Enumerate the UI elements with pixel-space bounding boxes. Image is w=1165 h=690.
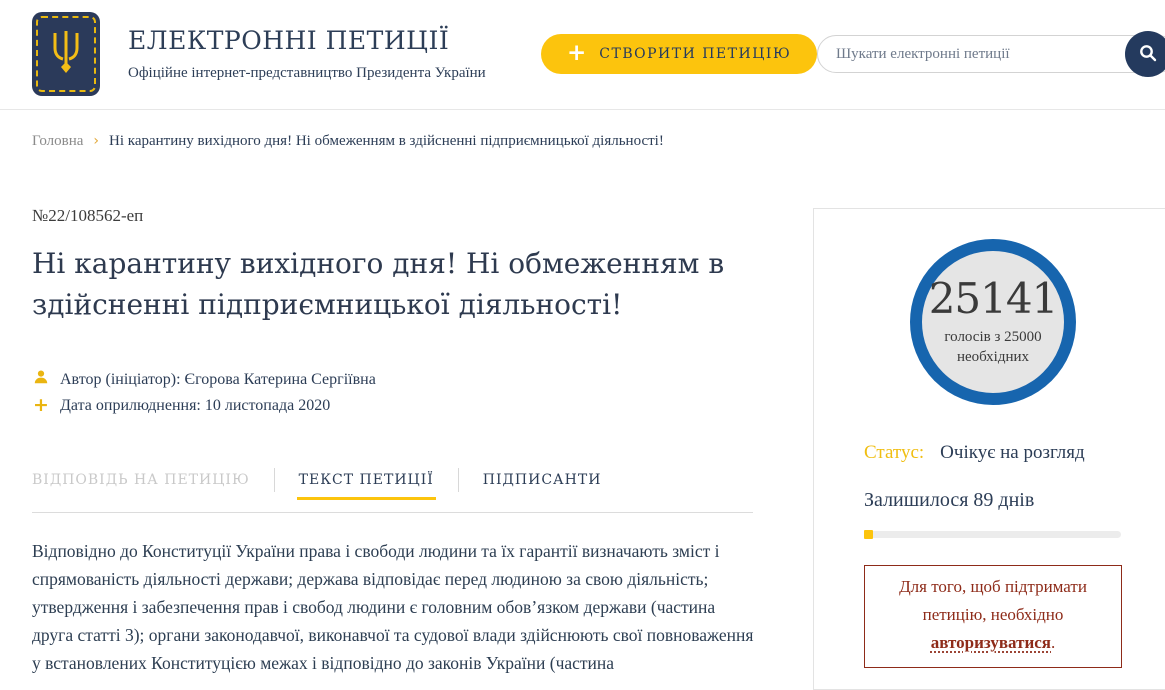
site-subtitle: Офіційне інтернет-представництво Президе… bbox=[128, 65, 486, 82]
plus-icon: + bbox=[567, 42, 586, 65]
progress-bar bbox=[864, 531, 1121, 538]
vote-counter-circle: 25141 голосів з 25000 необхідних bbox=[910, 239, 1076, 405]
chevron-right-icon: › bbox=[93, 133, 99, 149]
vote-count: 25141 bbox=[929, 278, 1058, 320]
search-area bbox=[817, 35, 1165, 73]
tab-divider bbox=[274, 468, 275, 492]
logo-ornament-border bbox=[36, 16, 96, 92]
progress-fill bbox=[864, 530, 873, 539]
breadcrumb-current: Ні карантину вихідного дня! Ні обмеження… bbox=[109, 133, 664, 150]
coat-of-arms-logo[interactable] bbox=[32, 12, 100, 96]
brand-block: ЕЛЕКТРОННІ ПЕТИЦІЇ Офіційне інтернет-пре… bbox=[128, 26, 486, 82]
site-title: ЕЛЕКТРОННІ ПЕТИЦІЇ bbox=[128, 26, 486, 55]
tab-petition-text[interactable]: ТЕКСТ ПЕТИЦІЇ bbox=[299, 472, 434, 488]
person-icon bbox=[33, 369, 49, 390]
breadcrumb: Головна › Ні карантину вихідного дня! Ні… bbox=[32, 133, 664, 150]
trident-icon bbox=[49, 29, 83, 80]
tab-response[interactable]: ВІДПОВІДЬ НА ПЕТИЦІЮ bbox=[32, 472, 250, 488]
status-row: Статус: Очікує на розгляд bbox=[864, 442, 1085, 464]
days-left-text: Залишилося 89 днів bbox=[864, 489, 1034, 512]
status-value: Очікує на розгляд bbox=[940, 442, 1085, 464]
authorize-link[interactable]: авторизуватися bbox=[931, 633, 1051, 652]
search-icon bbox=[1138, 43, 1158, 66]
petition-page: { "header": { "title": "ЕЛЕКТРОННІ ПЕТИЦ… bbox=[0, 0, 1165, 669]
tab-divider bbox=[458, 468, 459, 492]
votes-needed-label: необхідних bbox=[944, 347, 1041, 367]
create-petition-button[interactable]: + СТВОРИТИ ПЕТИЦІЮ bbox=[541, 34, 817, 74]
publish-date-text: Дата оприлюднення: 10 листопада 2020 bbox=[60, 397, 330, 415]
support-notice-box: Для того, щоб підтримати петицію, необхі… bbox=[864, 565, 1122, 668]
support-notice-suffix: . bbox=[1051, 633, 1055, 652]
petition-tabs: ВІДПОВІДЬ НА ПЕТИЦІЮ ТЕКСТ ПЕТИЦІЇ ПІДПИ… bbox=[32, 468, 601, 492]
content-divider bbox=[32, 512, 753, 513]
breadcrumb-home-link[interactable]: Головна bbox=[32, 133, 83, 150]
vote-count-caption: голосів з 25000 необхідних bbox=[944, 327, 1041, 367]
author-text: Автор (ініціатор): Єгорова Катерина Серг… bbox=[60, 371, 376, 389]
petition-title: Ні карантину вихідного дня! Ні обмеження… bbox=[32, 243, 769, 325]
petition-number: №22/108562-еп bbox=[32, 206, 143, 226]
tab-signers[interactable]: ПІДПИСАНТИ bbox=[483, 472, 602, 488]
plus-icon: + bbox=[33, 396, 49, 415]
site-header: ЕЛЕКТРОННІ ПЕТИЦІЇ Офіційне інтернет-пре… bbox=[0, 0, 1165, 110]
search-button[interactable] bbox=[1125, 31, 1165, 77]
create-petition-label: СТВОРИТИ ПЕТИЦІЮ bbox=[599, 46, 791, 62]
search-input[interactable] bbox=[817, 35, 1165, 73]
votes-panel: 25141 голосів з 25000 необхідних Статус:… bbox=[813, 208, 1165, 690]
status-label: Статус: bbox=[864, 442, 924, 464]
author-row: Автор (ініціатор): Єгорова Катерина Серг… bbox=[33, 369, 376, 390]
petition-body-text: Відповідно до Конституції України права … bbox=[32, 537, 756, 677]
votes-of-label: голосів з 25000 bbox=[944, 327, 1041, 347]
publish-date-row: + Дата оприлюднення: 10 листопада 2020 bbox=[33, 396, 330, 415]
support-notice-text: Для того, щоб підтримати петицію, необхі… bbox=[899, 577, 1087, 624]
